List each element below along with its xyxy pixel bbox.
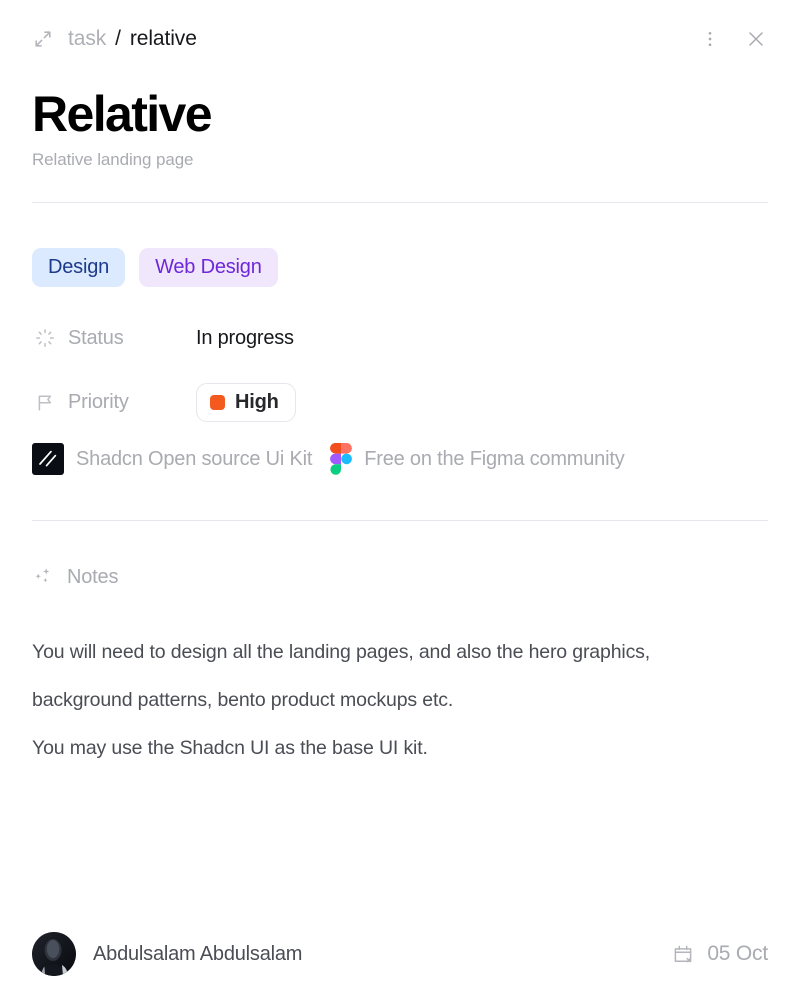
sparkles-icon	[30, 564, 56, 590]
status-value[interactable]: In progress	[196, 327, 294, 350]
assignee-name: Abdulsalam Abdulsalam	[93, 942, 303, 965]
expand-diagonal-icon[interactable]	[32, 28, 54, 50]
figma-logo-icon	[330, 443, 353, 475]
breadcrumb-current[interactable]: relative	[130, 27, 197, 51]
more-vertical-icon[interactable]	[698, 27, 722, 51]
notes-header: Notes	[30, 564, 118, 590]
shadcn-logo-icon	[32, 443, 64, 475]
priority-value: High	[235, 391, 279, 413]
status-label: Status	[68, 326, 124, 349]
resource-links-row: Shadcn Open source Ui Kit Free on the Fi…	[32, 443, 625, 475]
divider-top	[32, 202, 768, 203]
tag-design[interactable]: Design	[32, 248, 126, 287]
close-icon[interactable]	[744, 27, 768, 51]
assignee[interactable]: Abdulsalam Abdulsalam	[32, 932, 302, 976]
link-figma-label: Free on the Figma community	[364, 447, 625, 470]
flag-icon	[32, 390, 58, 416]
notes-paragraph: You will need to design all the landing …	[32, 641, 651, 711]
breadcrumb-separator: /	[115, 27, 121, 50]
calendar-x-icon	[670, 941, 696, 967]
tag-web-design[interactable]: Web Design	[139, 248, 278, 287]
link-figma[interactable]: Free on the Figma community	[330, 443, 625, 475]
priority-row: Priority High	[32, 383, 296, 422]
breadcrumb: task / relative	[68, 27, 197, 51]
link-shadcn-label: Shadcn Open source Ui Kit	[76, 447, 313, 470]
due-date[interactable]: 05 Oct	[670, 941, 768, 967]
priority-badge[interactable]: High	[196, 383, 296, 422]
breadcrumb-root[interactable]: task	[68, 27, 106, 51]
notes-paragraph: You may use the Shadcn UI as the base UI…	[32, 737, 428, 759]
status-row: Status In progress	[32, 325, 294, 351]
top-bar-actions	[698, 27, 768, 51]
due-date-text: 05 Oct	[707, 942, 768, 965]
priority-label: Priority	[68, 391, 129, 413]
notes-label: Notes	[67, 565, 119, 588]
page-subtitle: Relative landing page	[32, 150, 194, 169]
tag-list: Design Web Design	[32, 248, 278, 287]
avatar	[32, 932, 76, 976]
task-detail-panel: task / relative Relative Relative landin…	[0, 0, 800, 1000]
priority-color-swatch	[210, 395, 225, 410]
page-title: Relative	[32, 86, 213, 142]
loader-spinner-icon	[32, 325, 58, 351]
footer: Abdulsalam Abdulsalam 05 Oct	[32, 930, 768, 978]
title-block: Relative Relative landing page	[32, 88, 768, 170]
divider-middle	[32, 520, 768, 521]
top-bar: task / relative	[32, 22, 768, 56]
notes-body[interactable]: You will need to design all the landing …	[32, 628, 744, 772]
link-shadcn[interactable]: Shadcn Open source Ui Kit	[32, 443, 312, 475]
